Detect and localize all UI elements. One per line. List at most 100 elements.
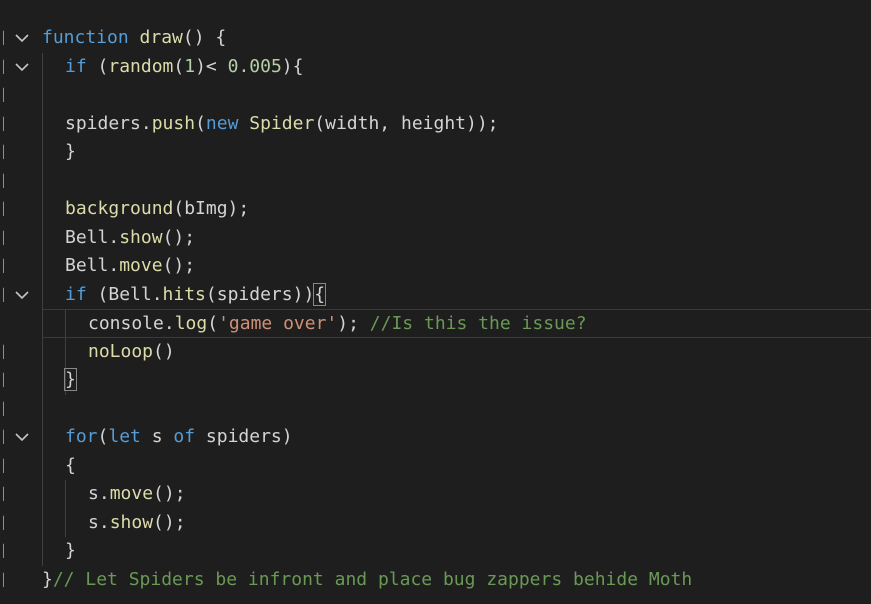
code-comment: // Let Spiders be infront and place bug … <box>52 568 693 590</box>
code-text: background(bImg); <box>65 195 249 224</box>
code-text: function draw() { <box>42 24 226 53</box>
code-token: Bell <box>65 255 109 276</box>
code-token: } <box>65 540 76 561</box>
code-function: move <box>119 255 163 276</box>
code-line[interactable]: │} <box>0 366 871 395</box>
code-token: . <box>163 313 175 334</box>
chevron-down-icon[interactable] <box>15 24 29 53</box>
code-line[interactable]: │ s.show(); <box>0 509 871 538</box>
code-token: { <box>65 454 76 476</box>
gutter-marker: │ <box>0 230 4 245</box>
code-line[interactable]: │ <box>0 81 871 110</box>
code-line[interactable]: │ for(let s of spiders) <box>0 423 871 452</box>
code-line[interactable]: console.log('game over'); //Is this the … <box>42 309 871 338</box>
code-function: hits <box>162 283 206 305</box>
code-token: ){ <box>281 55 304 77</box>
code-string: 'game over' <box>218 313 338 334</box>
code-keyword: if <box>65 283 87 305</box>
code-token: (); <box>162 255 196 276</box>
code-token: (width, height)); <box>314 112 499 134</box>
code-text: } <box>65 537 76 566</box>
code-token: console <box>88 313 164 334</box>
code-token: () { <box>182 27 227 48</box>
gutter-marker: │ <box>0 373 4 387</box>
code-line[interactable]: │ if (random(1)< 0.005){ <box>0 53 871 82</box>
gutter-marker: │ <box>0 344 4 359</box>
code-text: spiders.push(new Spider(width, height)); <box>65 110 499 139</box>
code-text: s.show(); <box>88 509 186 538</box>
code-line[interactable]: │ background(bImg); <box>0 195 871 224</box>
code-token: )< <box>195 55 228 77</box>
gutter-marker: │ <box>0 572 4 587</box>
code-text: if (Bell.hits(spiders)){ <box>65 281 327 310</box>
code-keyword: new <box>205 112 239 134</box>
code-token: (); <box>153 511 186 533</box>
code-text: { <box>65 452 76 481</box>
code-line[interactable]: │} <box>0 537 871 566</box>
gutter-marker: │ <box>0 116 4 131</box>
code-keyword: let <box>108 426 141 447</box>
code-function: show <box>119 226 163 248</box>
code-token: ( <box>173 55 185 77</box>
code-token: } <box>64 368 77 391</box>
code-token: (spiders)) <box>205 283 315 305</box>
code-token: (); <box>153 483 186 504</box>
gutter-marker: │ <box>0 458 4 473</box>
code-keyword: if <box>65 55 87 77</box>
code-token: s <box>88 511 99 533</box>
code-token: (bImg); <box>173 198 250 219</box>
code-function: push <box>151 112 196 134</box>
code-text: } <box>64 366 77 395</box>
gutter-marker: │ <box>0 259 4 273</box>
code-text: Bell.move(); <box>65 252 195 281</box>
code-token: s <box>140 426 174 447</box>
gutter-marker: │ <box>0 88 4 102</box>
code-line[interactable]: │{ <box>0 452 871 481</box>
gutter-marker: │ <box>0 173 4 188</box>
chevron-down-icon[interactable] <box>15 53 29 82</box>
code-number: 1 <box>184 55 196 77</box>
gutter-marker: │ <box>0 430 4 444</box>
code-token: (Bell. <box>86 283 163 305</box>
code-token: . <box>98 483 110 504</box>
code-line[interactable]: │ Bell.show(); <box>0 224 871 253</box>
code-token: spiders <box>65 112 141 134</box>
code-function: show <box>109 511 154 533</box>
code-token: . <box>108 255 120 276</box>
code-text: s.move(); <box>88 480 186 509</box>
gutter-marker: │ <box>0 544 4 558</box>
code-token: { <box>313 282 327 306</box>
code-line[interactable]: │ Bell.move(); <box>0 252 871 281</box>
code-function: move <box>109 483 154 504</box>
gutter-marker: │ <box>0 287 4 302</box>
code-token: . <box>98 511 110 533</box>
code-editor[interactable]: │ function draw() {│ if (random(1)< 0.005)… <box>0 0 871 604</box>
code-line[interactable]: │ function draw() { <box>0 24 871 53</box>
code-line[interactable]: │} <box>0 138 871 167</box>
code-function: noLoop <box>88 340 154 362</box>
code-token: ( <box>207 313 219 334</box>
code-token: ); <box>337 313 370 334</box>
code-text: console.log('game over'); //Is this the … <box>88 310 587 339</box>
code-line[interactable]: │ spiders.push(new Spider(width, height))… <box>0 110 871 139</box>
code-token: } <box>42 568 53 590</box>
code-line[interactable]: │ if (Bell.hits(spiders)){ <box>0 281 871 310</box>
code-function: Spider <box>238 112 315 134</box>
chevron-down-icon[interactable] <box>15 281 29 310</box>
code-line[interactable]: │ noLoop() <box>0 338 871 367</box>
code-line[interactable]: │ <box>0 167 871 196</box>
code-keyword: for <box>65 426 98 447</box>
code-text: for(let s of spiders) <box>65 423 293 452</box>
code-line[interactable]: │}// Let Spiders be infront and place bu… <box>0 566 871 595</box>
gutter-marker: │ <box>0 31 4 45</box>
code-function: log <box>174 313 208 334</box>
code-keyword: function <box>42 27 129 48</box>
code-token: spiders) <box>195 426 293 447</box>
code-text: noLoop() <box>88 338 175 367</box>
code-line[interactable]: │ s.move(); <box>0 480 871 509</box>
gutter-marker: │ <box>0 145 4 159</box>
gutter-marker: │ <box>0 401 4 416</box>
code-function: draw <box>128 27 183 48</box>
chevron-down-icon[interactable] <box>15 423 29 452</box>
code-line[interactable]: │ <box>0 395 871 424</box>
